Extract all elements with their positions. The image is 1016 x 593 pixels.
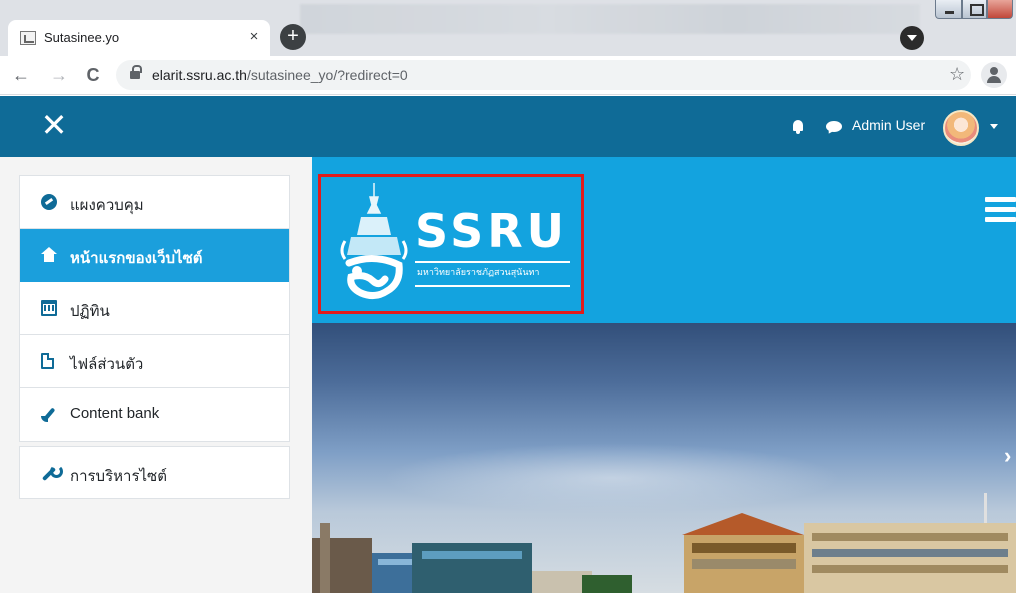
drawer-item-site-administration[interactable]: การบริหารไซต์ — [20, 447, 289, 500]
drawer-item-content-bank[interactable]: Content bank — [20, 388, 289, 441]
drawer-item-site-home[interactable]: หน้าแรกของเว็บไซต์ — [20, 229, 289, 282]
lock-icon[interactable] — [130, 65, 142, 81]
wrench-icon — [41, 465, 63, 481]
bookmark-star-icon[interactable]: ☆ — [949, 64, 965, 85]
url-host: elarit.ssru.ac.th — [152, 67, 247, 83]
hamburger-bar — [985, 197, 1016, 202]
hamburger-bar — [985, 207, 1016, 212]
forward-button[interactable]: → — [46, 62, 72, 88]
browser-tab[interactable]: Sutasinee.yo × — [8, 20, 270, 56]
drawer-item-label: ไฟล์ส่วนตัว — [70, 356, 144, 373]
url-text: elarit.ssru.ac.th/sutasinee_yo/?redirect… — [152, 67, 408, 83]
close-window-button[interactable] — [987, 0, 1013, 19]
drawer-item-label: การบริหารไซต์ — [70, 468, 167, 485]
hamburger-bar — [985, 217, 1016, 222]
address-bar[interactable]: elarit.ssru.ac.th/sutasinee_yo/?redirect… — [116, 60, 971, 90]
maximize-button[interactable] — [962, 0, 987, 19]
drawer-item-private-files[interactable]: ไฟล์ส่วนตัว — [20, 335, 289, 388]
new-tab-button[interactable]: + — [280, 24, 306, 50]
page-favicon-icon — [20, 31, 36, 45]
drawer-item-label: หน้าแรกของเว็บไซต์ — [70, 250, 203, 267]
window-controls — [935, 0, 1013, 20]
logo-subtitle: มหาวิทยาลัยราชภัฏสวนสุนันทา — [417, 267, 540, 277]
drawer-main-menu: แผงควบคุม หน้าแรกของเว็บไซต์ ปฏิทิน ไฟล์… — [19, 175, 290, 442]
campus-buildings-image — [312, 493, 1016, 593]
paint-brush-icon — [41, 406, 57, 422]
university-emblem-icon — [340, 183, 408, 300]
url-path: /sutasinee_yo/?redirect=0 — [246, 67, 408, 83]
slider-next-icon[interactable]: › — [1004, 443, 1011, 469]
logo-divider-top — [415, 261, 570, 263]
logo-divider-bottom — [415, 285, 570, 287]
drawer-item-label: แผงควบคุม — [70, 197, 144, 214]
back-button[interactable]: ← — [8, 62, 34, 88]
tab-close-icon[interactable]: × — [244, 27, 264, 47]
file-icon — [41, 353, 54, 369]
dashboard-icon — [41, 194, 57, 210]
home-icon — [41, 247, 57, 263]
main-content: SSRU มหาวิทยาลัยราชภัฏสวนสุนันทา › — [312, 157, 1016, 593]
messages-chat-icon[interactable] — [826, 121, 842, 132]
logo-text: SSRU — [415, 204, 568, 258]
blurred-background-window — [300, 4, 920, 34]
nav-drawer: แผงควบคุม หน้าแรกของเว็บไซต์ ปฏิทิน ไฟล์… — [0, 157, 312, 593]
site-logo[interactable]: SSRU มหาวิทยาลัยราชภัฏสวนสุนันทา — [318, 174, 584, 314]
drawer-item-calendar[interactable]: ปฏิทิน — [20, 282, 289, 335]
drawer-item-label: Content bank — [70, 405, 160, 422]
hamburger-menu-icon[interactable] — [985, 197, 1016, 223]
drawer-admin-menu: การบริหารไซต์ — [19, 446, 290, 499]
site-navbar: ✕ Admin User — [0, 96, 1016, 157]
notifications-bell-icon[interactable] — [792, 120, 804, 134]
calendar-icon — [41, 300, 57, 316]
browser-tabstrip: Sutasinee.yo × + — [0, 0, 1016, 56]
user-name[interactable]: Admin User — [852, 117, 925, 133]
reload-button[interactable]: C — [80, 62, 106, 88]
close-drawer-icon[interactable]: ✕ — [38, 109, 70, 141]
hero-slider: › — [312, 323, 1016, 593]
browser-toolbar: ← → C elarit.ssru.ac.th/sutasinee_yo/?re… — [0, 56, 1016, 95]
drawer-item-dashboard[interactable]: แผงควบคุม — [20, 176, 289, 229]
tab-title: Sutasinee.yo — [44, 30, 120, 45]
site-header-band: SSRU มหาวิทยาลัยราชภัฏสวนสุนันทา — [312, 157, 1016, 323]
user-menu-caret-icon[interactable] — [990, 124, 998, 129]
profile-menu-icon[interactable] — [900, 26, 924, 50]
account-icon[interactable] — [981, 62, 1007, 88]
avatar[interactable] — [943, 110, 979, 146]
minimize-button[interactable] — [935, 0, 962, 19]
drawer-item-label: ปฏิทิน — [70, 303, 110, 320]
